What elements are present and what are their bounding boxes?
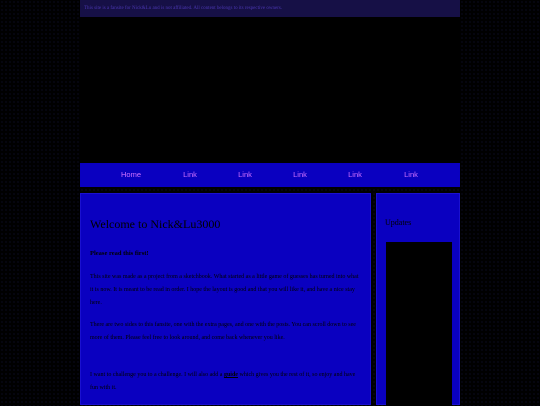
updates-feed[interactable] — [386, 242, 452, 406]
nav-bar: Home Link Link Link Link Link — [80, 163, 460, 187]
section-subtitle: Please read this first! — [90, 250, 149, 257]
info-paragraph: There are two sides to this fansite, one… — [90, 322, 356, 341]
guide-link[interactable]: guide — [224, 372, 238, 378]
nav-link-5[interactable]: Link — [404, 163, 418, 187]
nav-link-1[interactable]: Link — [183, 163, 197, 187]
nav-link-2[interactable]: Link — [238, 163, 252, 187]
updates-title: Updates — [385, 218, 412, 227]
nav-link-4[interactable]: Link — [348, 163, 362, 187]
challenge-paragraph: I want to challenge you to a challenge. … — [90, 369, 362, 395]
page: This site is a fansite for Nick&Lu and i… — [80, 0, 460, 406]
intro-paragraph: This site was made as a project from a s… — [90, 274, 359, 306]
header-banner — [80, 17, 460, 163]
nav-link-3[interactable]: Link — [293, 163, 307, 187]
main-content-panel: Welcome to Nick&Lu3000 Please read this … — [80, 193, 371, 405]
updates-sidebar: Updates — [376, 193, 460, 406]
page-title: Welcome to Nick&Lu3000 — [90, 217, 221, 231]
top-notice-text: This site is a fansite for Nick&Lu and i… — [84, 6, 283, 11]
top-notice-bar: This site is a fansite for Nick&Lu and i… — [80, 0, 460, 17]
nav-link-home[interactable]: Home — [121, 163, 141, 187]
challenge-text: I want to challenge you to a challenge. … — [90, 372, 223, 378]
